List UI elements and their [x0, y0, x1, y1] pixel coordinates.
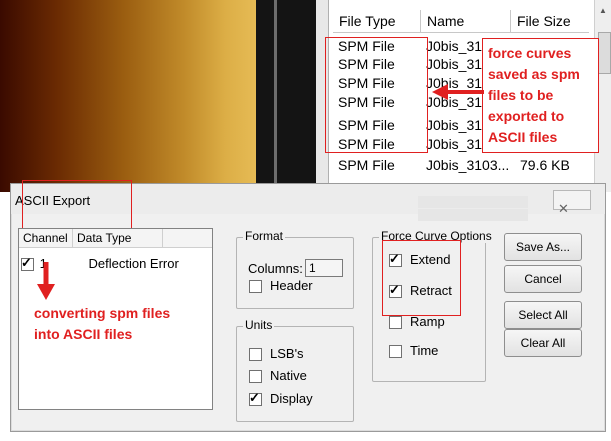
extend-label: Extend: [410, 252, 451, 267]
extend-checkbox[interactable]: ✓: [389, 251, 402, 268]
column-data-type[interactable]: Data Type: [73, 229, 163, 247]
file-name: J0bis_3103...: [426, 157, 510, 173]
display-label: Display: [270, 391, 313, 406]
channel-checkbox[interactable]: ✓: [21, 255, 34, 272]
lsb-label: LSB's: [270, 346, 304, 361]
faded-row: [418, 196, 528, 208]
file-note-line: exported to: [488, 108, 565, 124]
save-as-button[interactable]: Save As...: [504, 233, 582, 261]
column-file-type[interactable]: File Type: [333, 10, 421, 32]
retract-checkbox[interactable]: ✓: [389, 282, 402, 299]
faded-row: [418, 209, 528, 221]
native-checkbox[interactable]: [249, 370, 262, 384]
file-note-line: saved as spm: [488, 66, 580, 82]
arrow-left-icon: [432, 84, 484, 100]
display-option[interactable]: ✓ Display: [249, 390, 313, 407]
clear-all-button[interactable]: Clear All: [504, 329, 582, 357]
file-note-text: force curves saved as spm files to be ex…: [488, 43, 580, 148]
channel-note-line: converting spm files: [34, 305, 171, 321]
file-type-highlight: [325, 37, 428, 153]
ramp-checkbox[interactable]: [389, 316, 402, 330]
column-name[interactable]: Name: [421, 10, 511, 32]
native-label: Native: [270, 368, 307, 383]
column-channel[interactable]: Channel: [19, 229, 73, 247]
image-panel-divider: [256, 0, 316, 192]
time-checkbox[interactable]: [389, 345, 402, 359]
extend-option[interactable]: ✓ Extend: [389, 251, 451, 268]
columns-label: Columns:: [248, 261, 303, 276]
select-all-button[interactable]: Select All: [504, 301, 582, 329]
file-list-header: File Type Name File Size: [333, 10, 589, 33]
file-type: SPM File: [338, 157, 395, 173]
column-file-size[interactable]: File Size: [511, 10, 589, 32]
display-checkbox[interactable]: ✓: [249, 390, 262, 407]
scroll-up-arrow-icon[interactable]: ▲: [599, 6, 607, 15]
header-checkbox[interactable]: [249, 280, 262, 294]
channel-note-line: into ASCII files: [34, 326, 133, 342]
units-group-title: Units: [243, 318, 275, 332]
channel-table-header: Channel Data Type: [19, 229, 212, 248]
columns-input[interactable]: 1: [305, 259, 343, 277]
header-label: Header: [270, 278, 313, 293]
arrow-down-icon: [37, 262, 55, 300]
file-note-line: ASCII files: [488, 129, 558, 145]
channel-note-text: converting spm files into ASCII files: [34, 303, 170, 345]
lsb-checkbox[interactable]: [249, 348, 262, 362]
file-size: 79.6 KB: [520, 157, 570, 173]
close-icon: ✕: [558, 201, 569, 216]
file-note-line: force curves: [488, 45, 572, 61]
retract-option[interactable]: ✓ Retract: [389, 282, 452, 299]
native-option[interactable]: Native: [249, 368, 307, 384]
file-row[interactable]: SPM File J0bis_3103... 79.6 KB: [338, 157, 580, 177]
cancel-button[interactable]: Cancel: [504, 265, 582, 293]
time-label: Time: [410, 343, 439, 358]
channel-data-type: Deflection Error: [88, 256, 179, 271]
file-note-line: files to be: [488, 87, 554, 103]
time-option[interactable]: Time: [389, 343, 439, 359]
retract-label: Retract: [410, 283, 452, 298]
format-group-title: Format: [243, 229, 286, 243]
header-option[interactable]: Header: [249, 278, 313, 294]
afm-image-preview: [0, 0, 256, 192]
close-button[interactable]: ✕: [553, 190, 591, 216]
lsb-option[interactable]: LSB's: [249, 346, 304, 362]
ramp-option[interactable]: Ramp: [389, 314, 445, 330]
scroll-thumb[interactable]: [598, 32, 611, 74]
ramp-label: Ramp: [410, 314, 445, 329]
